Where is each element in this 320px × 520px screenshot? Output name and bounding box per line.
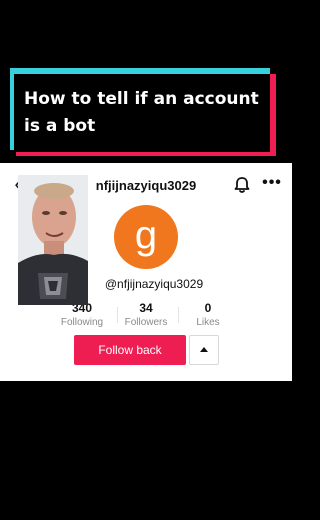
- caption-banner: How to tell if an account is a bot: [10, 68, 276, 156]
- suggested-accounts-button[interactable]: [189, 335, 219, 365]
- stat-following[interactable]: 340 Following: [47, 301, 117, 328]
- stat-following-label: Following: [60, 317, 104, 328]
- profile-avatar[interactable]: g: [114, 205, 178, 269]
- follow-back-button[interactable]: Follow back: [74, 335, 186, 365]
- stat-likes[interactable]: 0 Likes: [173, 301, 243, 328]
- stat-followers[interactable]: 34 Followers: [111, 301, 181, 328]
- stat-followers-label: Followers: [124, 317, 168, 328]
- caret-up-icon: [200, 347, 208, 352]
- stat-likes-value: 0: [204, 301, 212, 315]
- stat-likes-label: Likes: [196, 317, 220, 328]
- notification-bell-icon[interactable]: [232, 175, 252, 195]
- stat-followers-value: 34: [139, 301, 153, 315]
- creator-video-overlay: [18, 175, 88, 305]
- more-options-icon[interactable]: •••: [262, 173, 282, 193]
- caption-text: How to tell if an account is a bot: [24, 89, 259, 136]
